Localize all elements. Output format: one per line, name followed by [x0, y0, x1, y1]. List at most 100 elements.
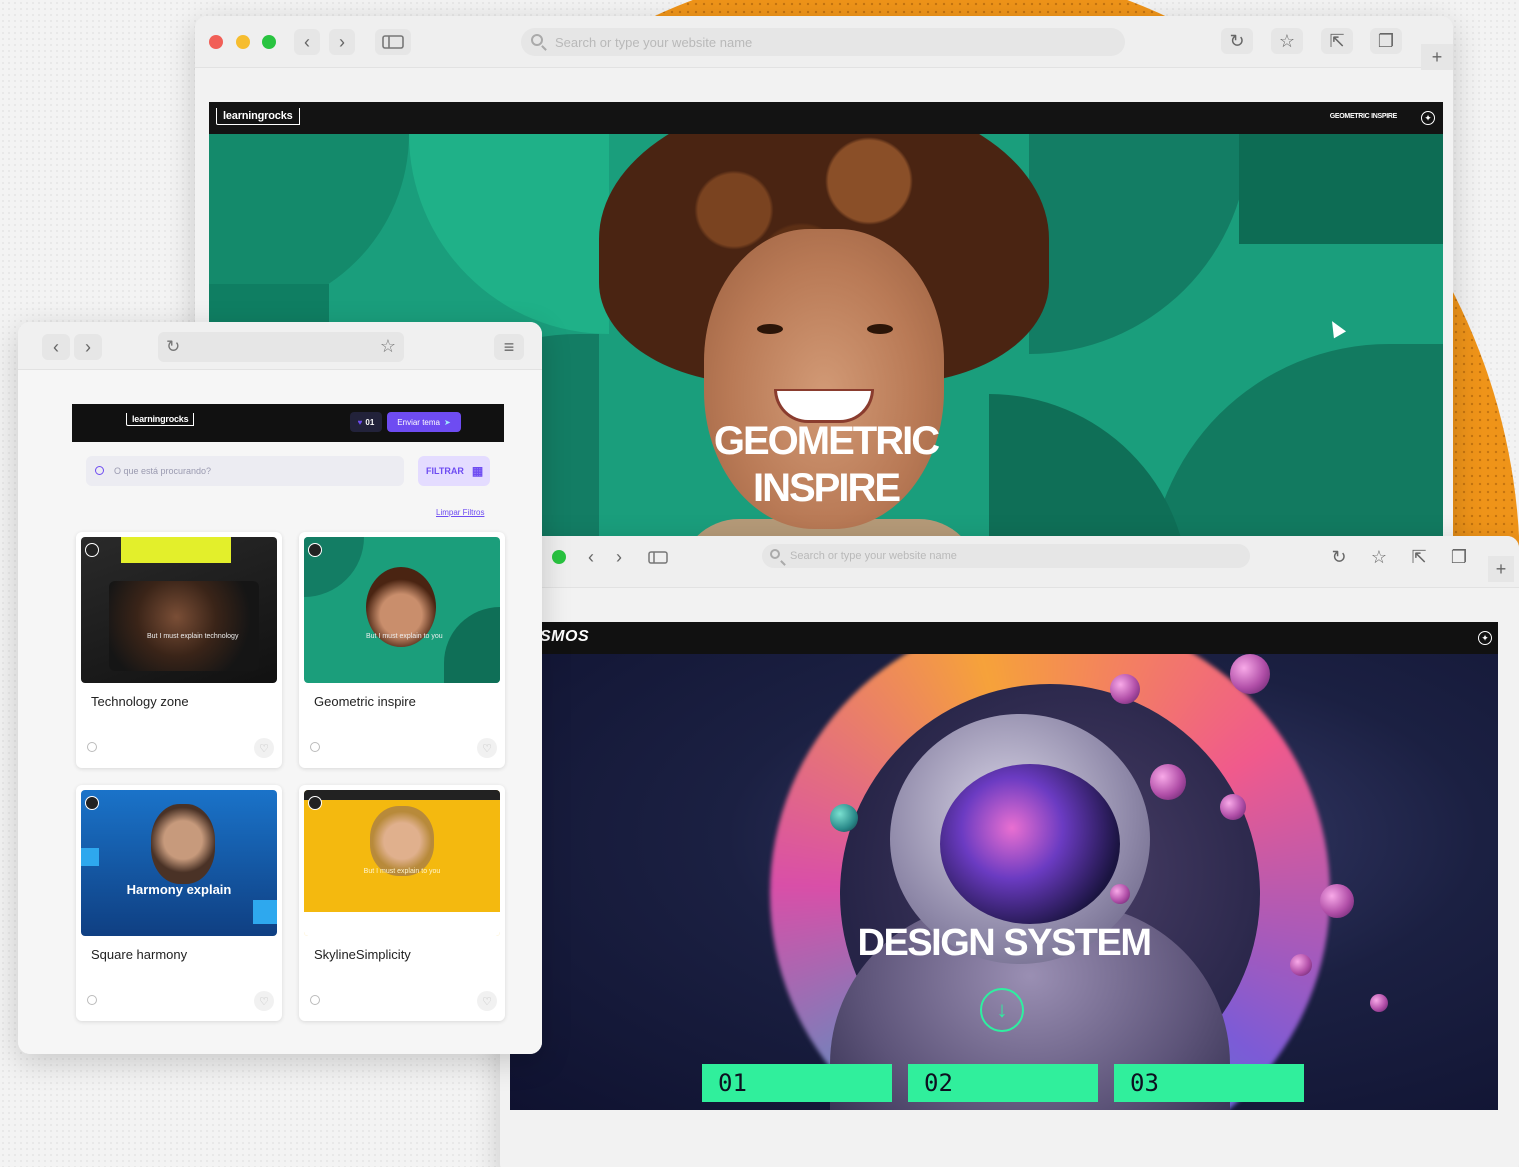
maximize-dot[interactable] — [262, 35, 276, 49]
bubble — [830, 804, 858, 832]
browser-toolbar: ‹ › Search or type your website name ↻ ☆… — [195, 16, 1453, 70]
clock-icon — [310, 742, 320, 752]
astronaut-visor — [940, 764, 1120, 924]
theme-card[interactable]: But I must explain to you Geometric insp… — [299, 532, 505, 768]
reload-icon[interactable]: ↻ — [1221, 28, 1253, 54]
browser-toolbar: ‹ › Search or type your website name ↻ ☆… — [500, 536, 1519, 588]
address-placeholder: Search or type your website name — [555, 34, 753, 50]
thumb-portrait — [109, 581, 259, 671]
search-icon — [531, 34, 543, 46]
tab-03[interactable]: 03 — [1114, 1064, 1304, 1102]
heart-icon[interactable]: ♡ — [254, 738, 274, 758]
theme-card[interactable]: Harmony explain Square harmony ♡ — [76, 785, 282, 1021]
maximize-dot[interactable] — [552, 550, 566, 564]
address-bar[interactable]: ↻ ☆ — [158, 332, 404, 362]
thumb-text: Harmony explain — [126, 882, 232, 897]
accessibility-icon[interactable]: ✦ — [1478, 631, 1492, 645]
thumb-footer — [304, 912, 500, 936]
accessibility-icon — [308, 796, 322, 810]
star-icon[interactable]: ☆ — [1366, 544, 1392, 570]
theme-card[interactable]: But I must explain technology Technology… — [76, 532, 282, 768]
site-navbar: SMOS ✦ — [510, 622, 1498, 654]
hero-section: DESIGN SYSTEM ↓ 01 02 03 — [510, 654, 1498, 1110]
tab-01[interactable]: 01 — [702, 1064, 892, 1102]
close-dot[interactable] — [209, 35, 223, 49]
theme-card[interactable]: But I must explain to you SkylineSimplic… — [299, 785, 505, 1021]
send-theme-label: Enviar tema — [397, 417, 440, 427]
scroll-down-icon[interactable]: ↓ — [980, 988, 1024, 1032]
heart-icon[interactable]: ♡ — [477, 991, 497, 1011]
geo-shape — [409, 134, 609, 334]
mouse-cursor-icon — [1325, 317, 1347, 339]
card-thumbnail: Harmony explain — [81, 790, 277, 936]
grid-icon: ▦ — [471, 464, 484, 478]
share-icon[interactable]: ⇱ — [1321, 28, 1353, 54]
site-navbar: learningrocks GEOMETRIC INSPIRE ✦ — [209, 102, 1443, 134]
thumb-square — [253, 900, 277, 924]
filter-label: FILTRAR — [426, 466, 464, 476]
tabs-icon[interactable]: ❐ — [1370, 28, 1402, 54]
bubble — [1110, 884, 1130, 904]
star-icon[interactable]: ☆ — [380, 336, 396, 357]
favorites-button[interactable]: ♥ 01 — [350, 412, 382, 432]
forward-icon[interactable]: › — [329, 29, 355, 55]
card-thumbnail: But I must explain to you — [304, 790, 500, 936]
clear-filters-link[interactable]: Limpar Filtros — [436, 508, 484, 517]
filter-button[interactable]: FILTRAR ▦ — [418, 456, 490, 486]
accessibility-icon — [308, 543, 322, 557]
heart-icon[interactable]: ♡ — [254, 991, 274, 1011]
clock-icon — [87, 742, 97, 752]
browser-toolbar: ‹ › ↻ ☆ ≡ — [18, 322, 542, 370]
search-placeholder: O que está procurando? — [114, 466, 212, 476]
forward-icon[interactable]: › — [74, 334, 102, 360]
back-icon[interactable]: ‹ — [580, 544, 602, 570]
browser-window-design-system: ‹ › Search or type your website name ↻ ☆… — [500, 536, 1519, 1167]
heart-icon: ♥ — [357, 417, 363, 427]
back-icon[interactable]: ‹ — [42, 334, 70, 360]
hero-title: DESIGN SYSTEM — [857, 922, 1153, 964]
search-icon — [770, 549, 780, 559]
menu-icon[interactable]: ≡ — [494, 334, 524, 360]
site-navbar: learningrocks ♥ 01 Enviar tema ➤ — [72, 404, 504, 442]
back-icon[interactable]: ‹ — [294, 29, 320, 55]
thumb-sticky-notes — [121, 537, 231, 563]
minimize-dot[interactable] — [236, 35, 250, 49]
sidebar-icon[interactable] — [375, 29, 411, 55]
forward-icon[interactable]: › — [608, 544, 630, 570]
new-tab-icon[interactable]: + — [1421, 44, 1453, 70]
new-tab-icon[interactable]: + — [1488, 556, 1514, 582]
card-title: Technology zone — [91, 694, 189, 709]
reload-icon[interactable]: ↻ — [166, 337, 180, 357]
accessibility-icon[interactable]: ✦ — [1421, 111, 1435, 125]
card-title: Square harmony — [91, 947, 188, 962]
address-bar[interactable]: Search or type your website name — [521, 28, 1125, 56]
bubble — [1320, 884, 1354, 918]
share-icon[interactable]: ⇱ — [1406, 544, 1432, 570]
thumb-text: But I must explain to you — [363, 868, 441, 875]
thumb-text: But I must explain technology — [147, 633, 239, 640]
geo-shape — [1029, 134, 1249, 354]
thumb-navbar — [304, 790, 500, 800]
tabs-icon[interactable]: ❐ — [1446, 544, 1472, 570]
bubble — [1370, 994, 1388, 1012]
bubble — [1150, 764, 1186, 800]
reload-icon[interactable]: ↻ — [1326, 544, 1352, 570]
star-icon[interactable]: ☆ — [1271, 28, 1303, 54]
heart-icon[interactable]: ♡ — [477, 738, 497, 758]
address-bar[interactable]: Search or type your website name — [762, 544, 1250, 568]
site-logo[interactable]: learningrocks — [126, 413, 195, 426]
search-input[interactable]: O que está procurando? — [86, 456, 404, 486]
bubble — [1110, 674, 1140, 704]
browser-window-catalog: ‹ › ↻ ☆ ≡ learningrocks ♥ 01 Enviar tema… — [18, 322, 542, 1054]
site-logo[interactable]: SMOS — [540, 628, 589, 646]
portrait-eye — [867, 324, 893, 334]
web-page: SMOS ✦ DESIGN SYSTEM ↓ 01 02 03 — [510, 622, 1498, 1110]
card-thumbnail: But I must explain to you — [304, 537, 500, 683]
accessibility-icon — [85, 543, 99, 557]
sidebar-icon[interactable] — [644, 544, 672, 570]
send-theme-button[interactable]: Enviar tema ➤ — [387, 412, 461, 432]
tab-02[interactable]: 02 — [908, 1064, 1098, 1102]
card-title: Geometric inspire — [314, 694, 416, 709]
web-page: learningrocks ♥ 01 Enviar tema ➤ O que e… — [18, 370, 542, 1054]
site-logo[interactable]: learningrocks — [216, 108, 300, 125]
